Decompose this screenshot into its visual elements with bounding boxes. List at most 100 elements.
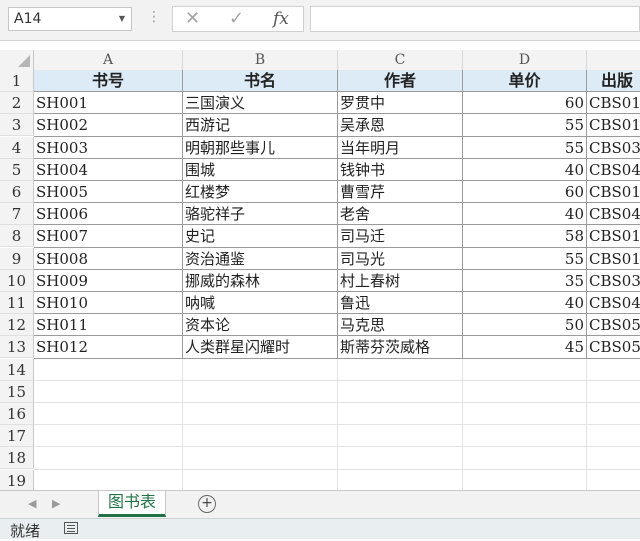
scroll-left-icon[interactable]: ◀ bbox=[28, 497, 36, 510]
table-cell[interactable] bbox=[183, 470, 338, 492]
table-cell[interactable]: SH003 bbox=[34, 137, 183, 159]
table-cell[interactable] bbox=[183, 403, 338, 425]
table-cell[interactable]: 58 bbox=[463, 225, 587, 248]
row-header[interactable]: 9 bbox=[0, 248, 34, 270]
table-cell[interactable]: 红楼梦 bbox=[183, 181, 338, 203]
table-cell[interactable]: 骆驼祥子 bbox=[183, 203, 338, 225]
row-header[interactable]: 16 bbox=[0, 403, 34, 425]
header-cell[interactable]: 书号 bbox=[34, 70, 183, 92]
table-cell[interactable]: CBS01 bbox=[587, 181, 640, 203]
table-cell[interactable] bbox=[587, 403, 640, 425]
table-cell[interactable]: SH010 bbox=[34, 292, 183, 314]
row-header[interactable]: 19 bbox=[0, 470, 34, 492]
table-cell[interactable]: 老舍 bbox=[338, 203, 463, 225]
table-cell[interactable] bbox=[183, 359, 338, 381]
table-cell[interactable] bbox=[463, 425, 587, 447]
table-cell[interactable]: 40 bbox=[463, 159, 587, 181]
column-header-a[interactable]: A bbox=[34, 50, 183, 70]
table-cell[interactable] bbox=[183, 447, 338, 470]
table-cell[interactable]: SH004 bbox=[34, 159, 183, 181]
row-header[interactable]: 10 bbox=[0, 270, 34, 292]
table-cell[interactable]: 斯蒂芬茨威格 bbox=[338, 336, 463, 359]
table-cell[interactable]: 35 bbox=[463, 270, 587, 292]
table-cell[interactable]: SH012 bbox=[34, 336, 183, 359]
row-header[interactable]: 18 bbox=[0, 447, 34, 469]
table-cell[interactable] bbox=[183, 425, 338, 447]
table-cell[interactable]: CBS03 bbox=[587, 137, 640, 159]
table-cell[interactable]: CBS01 bbox=[587, 248, 640, 270]
add-sheet-icon[interactable]: + bbox=[198, 495, 216, 513]
column-header-b[interactable]: B bbox=[183, 50, 338, 70]
sheet-tab[interactable]: 图书表 bbox=[98, 491, 166, 517]
table-cell[interactable] bbox=[587, 425, 640, 447]
table-cell[interactable]: 人类群星闪耀时 bbox=[183, 336, 338, 359]
table-cell[interactable] bbox=[34, 403, 183, 425]
table-cell[interactable] bbox=[34, 381, 183, 403]
column-header-e[interactable] bbox=[587, 50, 640, 70]
table-cell[interactable]: CBS03 bbox=[587, 270, 640, 292]
table-cell[interactable] bbox=[338, 425, 463, 447]
table-cell[interactable] bbox=[463, 381, 587, 403]
select-all-corner[interactable] bbox=[0, 50, 34, 70]
table-cell[interactable]: 司马迁 bbox=[338, 225, 463, 248]
table-cell[interactable]: 45 bbox=[463, 336, 587, 359]
table-cell[interactable]: 资本论 bbox=[183, 314, 338, 336]
formula-input[interactable] bbox=[310, 6, 640, 32]
table-cell[interactable] bbox=[34, 425, 183, 447]
table-cell[interactable]: 55 bbox=[463, 137, 587, 159]
table-cell[interactable]: 围城 bbox=[183, 159, 338, 181]
table-cell[interactable]: 三国演义 bbox=[183, 92, 338, 114]
table-cell[interactable] bbox=[34, 447, 183, 470]
scroll-right-icon[interactable]: ▶ bbox=[52, 497, 60, 510]
table-cell[interactable] bbox=[463, 359, 587, 381]
table-cell[interactable]: 资治通鉴 bbox=[183, 248, 338, 270]
row-header[interactable]: 13 bbox=[0, 336, 34, 358]
table-cell[interactable]: CBS04 bbox=[587, 159, 640, 181]
table-cell[interactable] bbox=[463, 470, 587, 492]
table-cell[interactable] bbox=[34, 359, 183, 381]
table-cell[interactable]: SH011 bbox=[34, 314, 183, 336]
table-cell[interactable] bbox=[338, 359, 463, 381]
table-cell[interactable] bbox=[338, 381, 463, 403]
drag-handle-icon[interactable]: ⋮ bbox=[147, 9, 161, 25]
name-box[interactable]: A14 ▼ bbox=[8, 7, 132, 31]
table-cell[interactable]: 当年明月 bbox=[338, 137, 463, 159]
row-header[interactable]: 11 bbox=[0, 292, 34, 314]
row-header[interactable]: 6 bbox=[0, 181, 34, 203]
row-header[interactable]: 8 bbox=[0, 225, 34, 247]
table-cell[interactable] bbox=[587, 470, 640, 492]
row-header[interactable]: 1 bbox=[0, 70, 34, 92]
table-cell[interactable]: 挪威的森林 bbox=[183, 270, 338, 292]
column-header-d[interactable]: D bbox=[463, 50, 587, 70]
chevron-down-icon[interactable]: ▼ bbox=[119, 8, 125, 30]
table-cell[interactable] bbox=[183, 381, 338, 403]
column-header-c[interactable]: C bbox=[338, 50, 463, 70]
table-cell[interactable]: CBS05 bbox=[587, 314, 640, 336]
table-cell[interactable]: SH009 bbox=[34, 270, 183, 292]
table-cell[interactable]: CBS01 bbox=[587, 114, 640, 137]
table-cell[interactable] bbox=[463, 447, 587, 470]
table-cell[interactable]: SH008 bbox=[34, 248, 183, 270]
table-cell[interactable]: 吴承恩 bbox=[338, 114, 463, 137]
table-cell[interactable]: CBS01 bbox=[587, 225, 640, 248]
row-header[interactable]: 7 bbox=[0, 203, 34, 225]
insert-function-icon[interactable]: fx bbox=[273, 9, 289, 29]
row-header[interactable]: 5 bbox=[0, 159, 34, 181]
table-cell[interactable]: CBS04 bbox=[587, 292, 640, 314]
table-cell[interactable] bbox=[463, 403, 587, 425]
table-cell[interactable]: 司马光 bbox=[338, 248, 463, 270]
table-cell[interactable]: 马克思 bbox=[338, 314, 463, 336]
table-cell[interactable]: SH002 bbox=[34, 114, 183, 137]
table-cell[interactable] bbox=[338, 403, 463, 425]
table-cell[interactable] bbox=[587, 447, 640, 470]
table-cell[interactable]: 村上春树 bbox=[338, 270, 463, 292]
row-header[interactable]: 3 bbox=[0, 114, 34, 136]
enter-icon[interactable]: ✓ bbox=[229, 9, 244, 29]
row-header[interactable]: 2 bbox=[0, 92, 34, 114]
table-cell[interactable]: 呐喊 bbox=[183, 292, 338, 314]
table-cell[interactable]: 60 bbox=[463, 181, 587, 203]
header-cell[interactable]: 单价 bbox=[463, 70, 587, 92]
table-cell[interactable]: 55 bbox=[463, 248, 587, 270]
table-cell[interactable]: 明朝那些事儿 bbox=[183, 137, 338, 159]
macro-record-icon[interactable] bbox=[64, 522, 78, 534]
